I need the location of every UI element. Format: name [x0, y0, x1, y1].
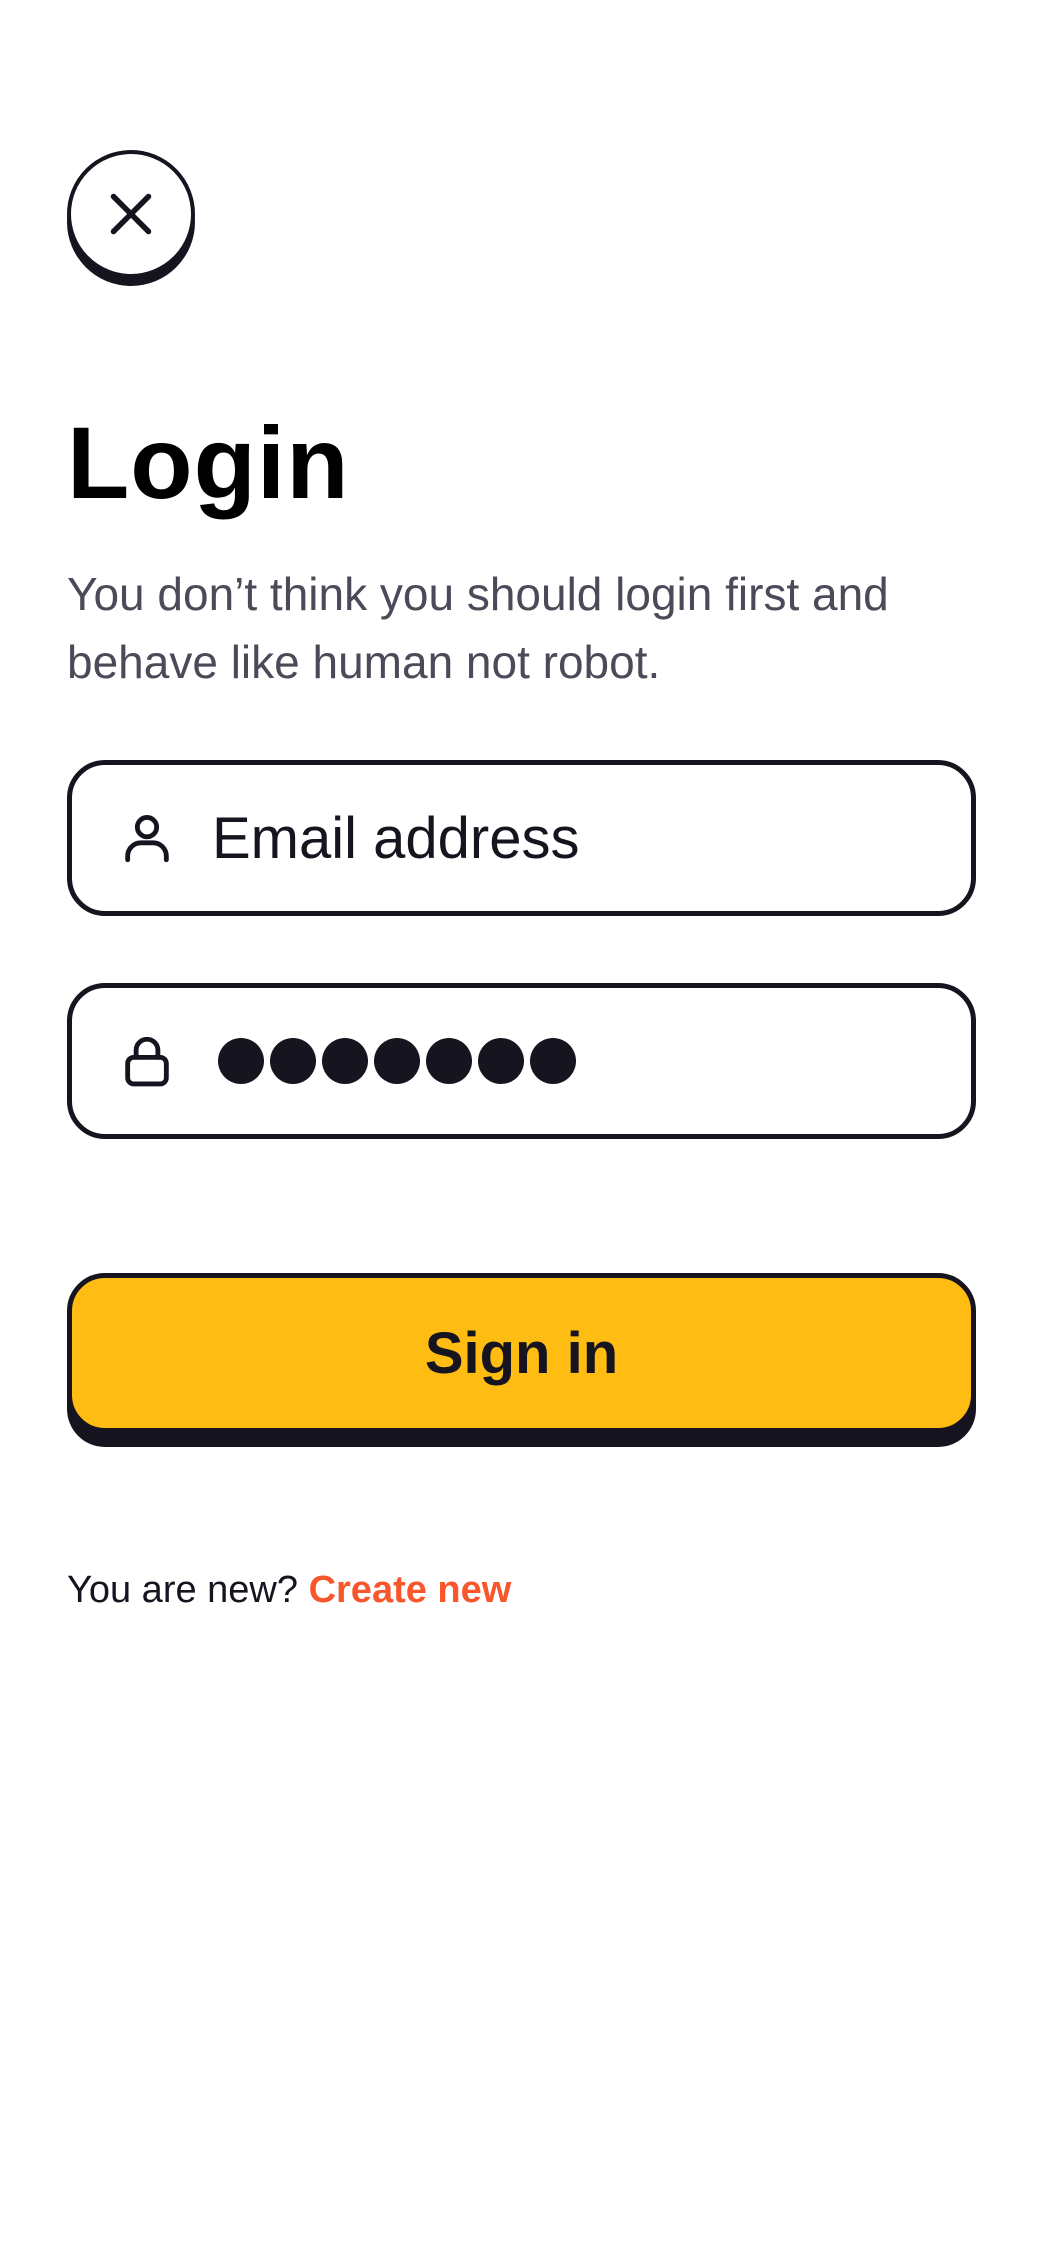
close-icon — [110, 193, 152, 235]
password-dot — [426, 1038, 472, 1084]
password-dot — [478, 1038, 524, 1084]
password-dot — [270, 1038, 316, 1084]
password-dot — [322, 1038, 368, 1084]
close-button[interactable] — [67, 150, 195, 278]
email-field[interactable] — [67, 760, 976, 916]
page-title: Login — [67, 406, 350, 520]
password-dot — [530, 1038, 576, 1084]
password-dot — [374, 1038, 420, 1084]
sign-in-button[interactable]: Sign in — [67, 1273, 976, 1433]
signup-row: You are new? Create new — [67, 1565, 511, 1615]
password-dot — [218, 1038, 264, 1084]
create-new-link[interactable]: Create new — [309, 1569, 512, 1611]
lock-icon — [118, 1032, 176, 1090]
signup-prompt: You are new? — [67, 1569, 309, 1611]
password-field[interactable] — [67, 983, 976, 1139]
page-subtitle: You don’t think you should login first a… — [67, 568, 889, 688]
password-masked-value[interactable] — [218, 1038, 576, 1084]
email-input[interactable] — [212, 765, 941, 911]
user-icon — [118, 809, 176, 867]
